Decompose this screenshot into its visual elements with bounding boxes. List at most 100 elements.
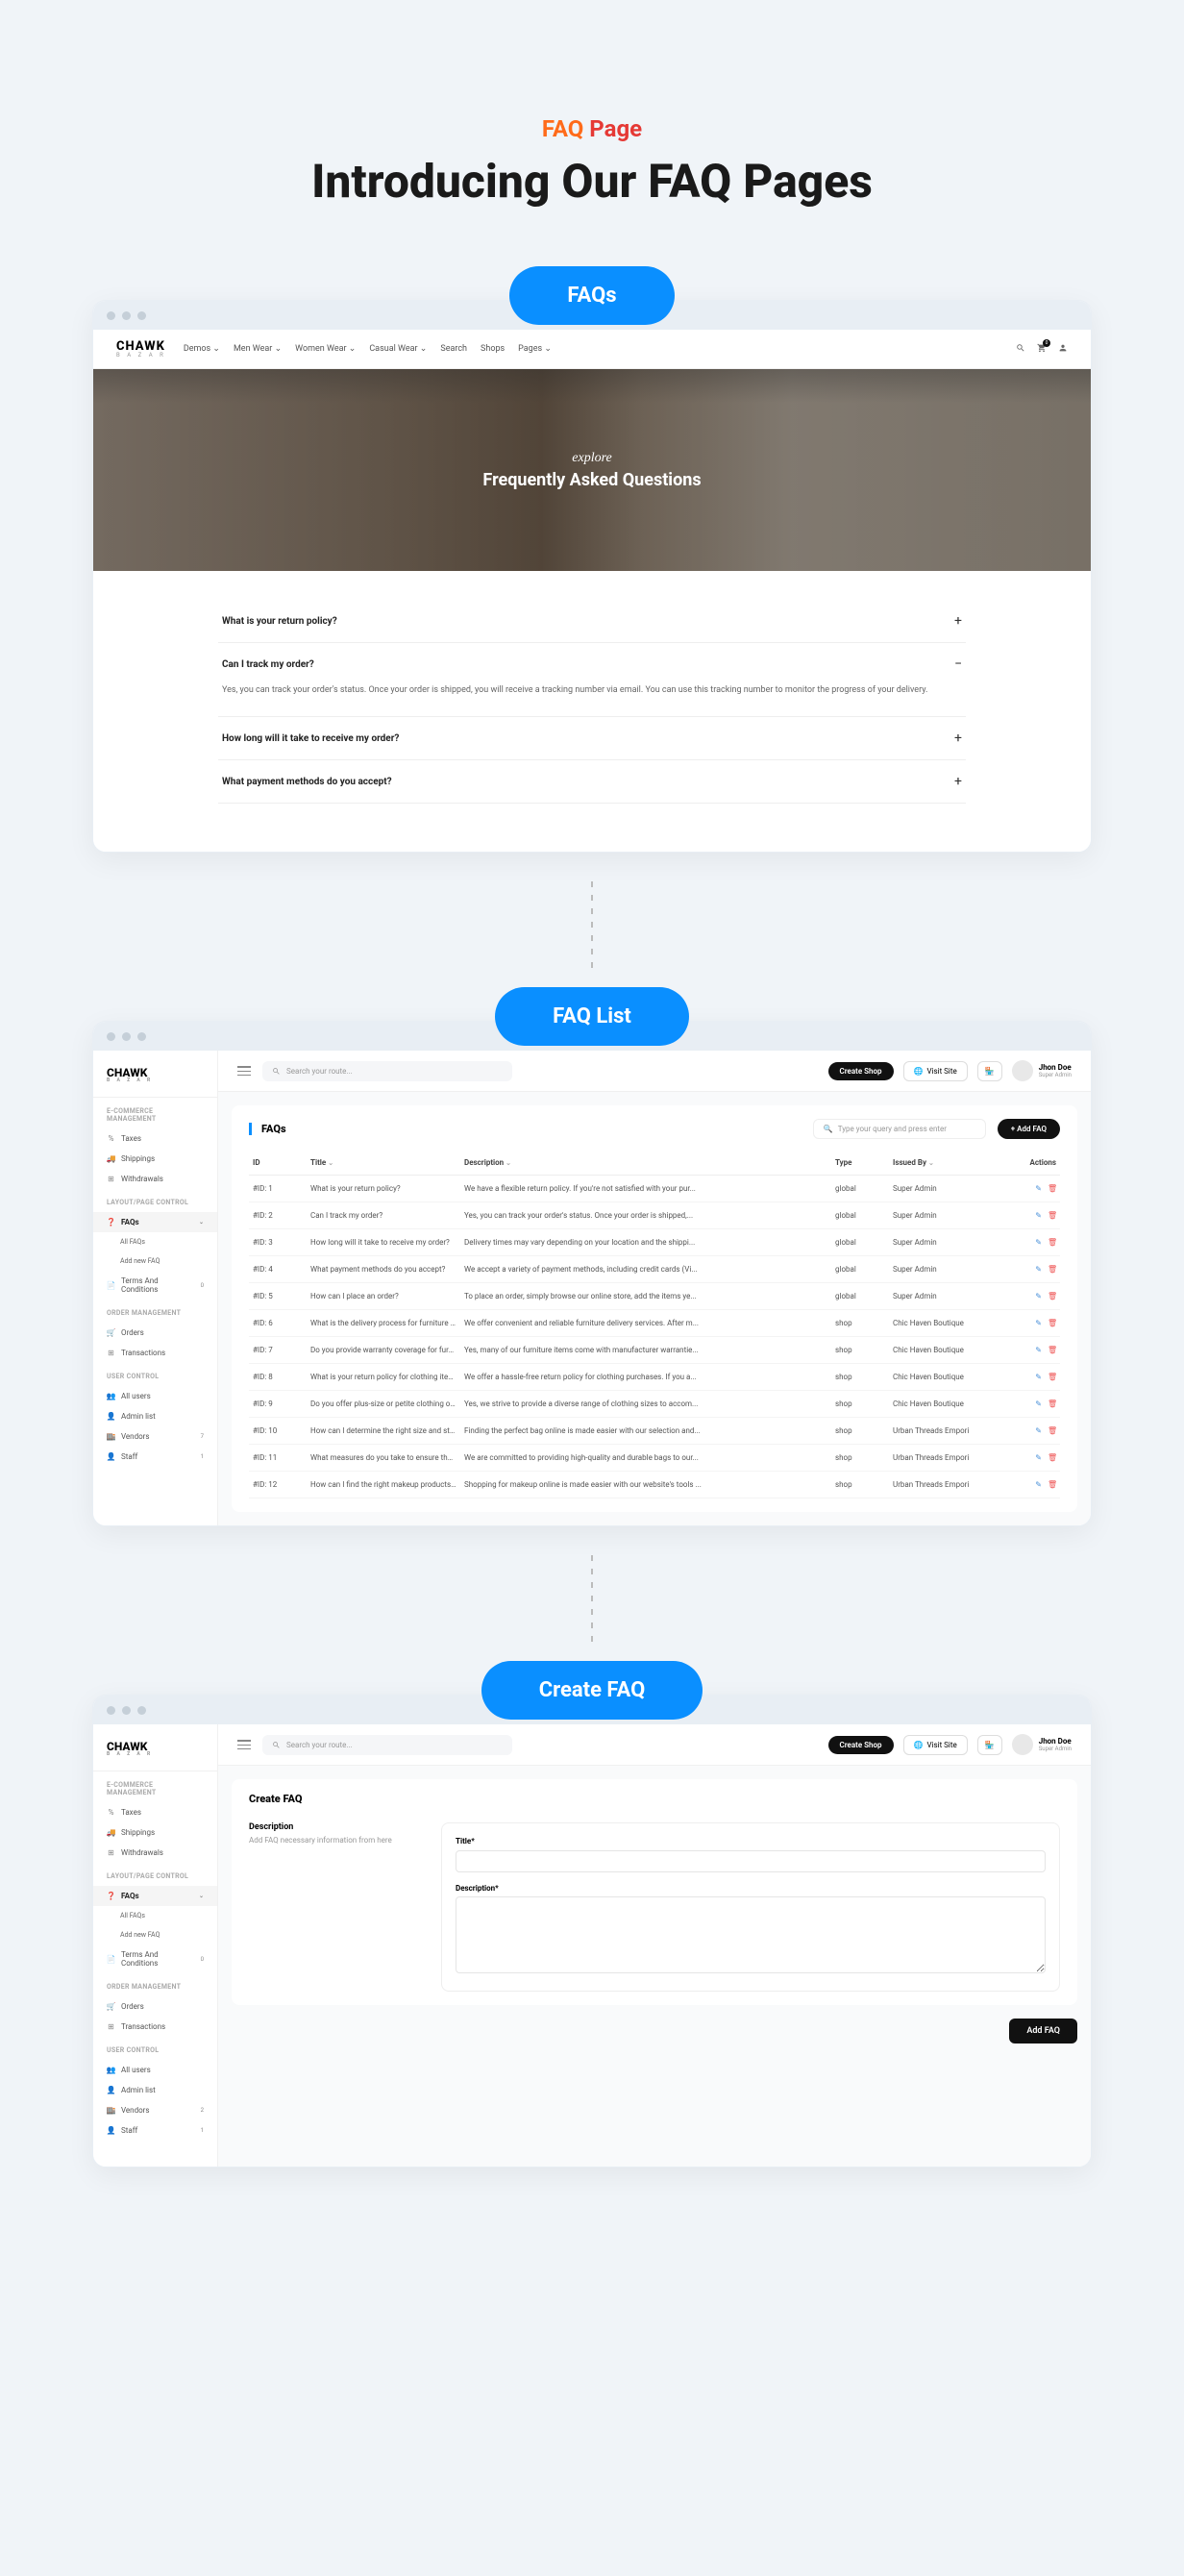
delete-icon[interactable]: 🗑 bbox=[1048, 1265, 1056, 1274]
visit-site-button[interactable]: 🌐Visit Site bbox=[903, 1735, 968, 1755]
sort-icon[interactable]: ⌄ bbox=[506, 1159, 511, 1167]
nav-link[interactable]: Pages ⌄ bbox=[518, 344, 552, 354]
nav-link[interactable]: Casual Wear ⌄ bbox=[369, 344, 427, 354]
sidebar-item-label: Transactions bbox=[121, 2022, 165, 2031]
delete-icon[interactable]: 🗑 bbox=[1048, 1346, 1056, 1354]
edit-icon[interactable]: ✎ bbox=[1033, 1238, 1042, 1247]
edit-icon[interactable]: ✎ bbox=[1033, 1211, 1042, 1220]
sidebar-item[interactable]: 🛒Orders bbox=[93, 1996, 217, 2017]
sidebar-item[interactable]: ❓FAQs⌄ bbox=[93, 1212, 217, 1232]
sidebar-item[interactable]: 👤Staff1 bbox=[93, 1447, 217, 1467]
edit-icon[interactable]: ✎ bbox=[1033, 1480, 1042, 1489]
delete-icon[interactable]: 🗑 bbox=[1048, 1292, 1056, 1300]
faq-question: How long will it take to receive my orde… bbox=[222, 733, 399, 744]
faq-accordion-item[interactable]: What is your return policy?+ bbox=[218, 600, 966, 643]
delete-icon[interactable]: 🗑 bbox=[1048, 1399, 1056, 1408]
faq-search-input[interactable]: 🔍Type your query and press enter bbox=[813, 1119, 986, 1139]
sidebar-item[interactable]: 👤Admin list bbox=[93, 2080, 217, 2100]
description-textarea[interactable] bbox=[456, 1896, 1046, 1973]
cart-icon[interactable]: 0 bbox=[1037, 343, 1047, 356]
edit-icon[interactable]: ✎ bbox=[1033, 1453, 1042, 1462]
visit-site-button[interactable]: 🌐Visit Site bbox=[903, 1061, 968, 1081]
delete-icon[interactable]: 🗑 bbox=[1048, 1480, 1056, 1489]
hamburger-icon[interactable] bbox=[237, 1740, 251, 1749]
cell-desc: To place an order, simply browse our onl… bbox=[464, 1292, 835, 1300]
edit-icon[interactable]: ✎ bbox=[1033, 1319, 1042, 1327]
delete-icon[interactable]: 🗑 bbox=[1048, 1184, 1056, 1193]
sidebar-item-label: Vendors bbox=[121, 1432, 150, 1441]
sidebar-item[interactable]: %Taxes bbox=[93, 1128, 217, 1149]
user-menu[interactable]: Jhon DoeSuper Admin bbox=[1012, 1734, 1072, 1755]
sidebar-section: LAYOUT/PAGE CONTROL bbox=[93, 1863, 217, 1886]
hamburger-icon[interactable] bbox=[237, 1066, 251, 1076]
sidebar-item[interactable]: ⊞Withdrawals bbox=[93, 1169, 217, 1189]
sidebar-item[interactable]: 🚚Shippings bbox=[93, 1149, 217, 1169]
sidebar-item[interactable]: 👥All users bbox=[93, 1386, 217, 1406]
sort-icon[interactable]: ⌄ bbox=[928, 1159, 934, 1167]
user-menu[interactable]: Jhon DoeSuper Admin bbox=[1012, 1060, 1072, 1081]
staff-icon: 👤 bbox=[107, 2126, 115, 2135]
faq-accordion-item[interactable]: How long will it take to receive my orde… bbox=[218, 717, 966, 760]
route-search-input[interactable]: Search your route... bbox=[262, 1061, 512, 1081]
search-icon[interactable] bbox=[1016, 343, 1025, 356]
user-icon[interactable] bbox=[1058, 343, 1068, 356]
create-shop-button[interactable]: Create Shop bbox=[828, 1736, 894, 1754]
cell-desc: We offer convenient and reliable furnitu… bbox=[464, 1319, 835, 1327]
sidebar-item[interactable]: ⊞Transactions bbox=[93, 1343, 217, 1363]
nav-link[interactable]: Search bbox=[440, 344, 467, 354]
store-icon-button[interactable]: 🏪 bbox=[977, 1061, 1002, 1081]
sidebar-item[interactable]: 👥All users bbox=[93, 2060, 217, 2080]
edit-icon[interactable]: ✎ bbox=[1033, 1346, 1042, 1354]
create-shop-button[interactable]: Create Shop bbox=[828, 1062, 894, 1080]
delete-icon[interactable]: 🗑 bbox=[1048, 1211, 1056, 1220]
nav-link[interactable]: Men Wear ⌄ bbox=[234, 344, 282, 354]
cell-desc: Yes, we strive to provide a diverse rang… bbox=[464, 1399, 835, 1408]
logo: CHAWKB A Z A R bbox=[93, 1060, 217, 1098]
sidebar-item[interactable]: 📄Terms And Conditions0 bbox=[93, 1271, 217, 1300]
sidebar-item[interactable]: 🏬Vendors2 bbox=[93, 2100, 217, 2120]
description-label: Description* bbox=[456, 1884, 1046, 1893]
edit-icon[interactable]: ✎ bbox=[1033, 1292, 1042, 1300]
submit-add-faq-button[interactable]: Add FAQ bbox=[1009, 2019, 1077, 2043]
nav-link[interactable]: Demos ⌄ bbox=[184, 344, 220, 354]
delete-icon[interactable]: 🗑 bbox=[1048, 1426, 1056, 1435]
edit-icon[interactable]: ✎ bbox=[1033, 1265, 1042, 1274]
store-icon-button[interactable]: 🏪 bbox=[977, 1735, 1002, 1755]
sidebar-item[interactable]: 📄Terms And Conditions0 bbox=[93, 1944, 217, 1973]
edit-icon[interactable]: ✎ bbox=[1033, 1426, 1042, 1435]
sidebar-item[interactable]: ⊞Withdrawals bbox=[93, 1843, 217, 1863]
delete-icon[interactable]: 🗑 bbox=[1048, 1319, 1056, 1327]
faq-accordion-item[interactable]: Can I track my order?−Yes, you can track… bbox=[218, 643, 966, 717]
admin-icon: 👤 bbox=[107, 1412, 115, 1421]
table-row: #ID: 12 How can I find the right makeup … bbox=[249, 1472, 1060, 1499]
sidebar-item[interactable]: 🚚Shippings bbox=[93, 1822, 217, 1843]
route-search-input[interactable]: Search your route... bbox=[262, 1735, 512, 1755]
sidebar-item-add-faq[interactable]: Add new FAQ bbox=[93, 1251, 217, 1271]
sidebar-section: LAYOUT/PAGE CONTROL bbox=[93, 1189, 217, 1212]
delete-icon[interactable]: 🗑 bbox=[1048, 1453, 1056, 1462]
table-row: #ID: 2 Can I track my order? Yes, you ca… bbox=[249, 1202, 1060, 1229]
sidebar-item[interactable]: ⊞Transactions bbox=[93, 2017, 217, 2037]
sidebar-item[interactable]: ❓FAQs⌄ bbox=[93, 1886, 217, 1906]
nav-link[interactable]: Shops bbox=[481, 344, 505, 354]
edit-icon[interactable]: ✎ bbox=[1033, 1373, 1042, 1381]
sidebar-item-all-faqs[interactable]: All FAQs bbox=[93, 1232, 217, 1251]
sort-icon[interactable]: ⌄ bbox=[328, 1159, 333, 1167]
add-faq-button[interactable]: + Add FAQ bbox=[998, 1119, 1060, 1139]
nav-link[interactable]: Women Wear ⌄ bbox=[295, 344, 356, 354]
title-input[interactable] bbox=[456, 1850, 1046, 1872]
cell-desc: Yes, many of our furniture items come wi… bbox=[464, 1346, 835, 1354]
sidebar-item[interactable]: 🛒Orders bbox=[93, 1323, 217, 1343]
edit-icon[interactable]: ✎ bbox=[1033, 1399, 1042, 1408]
sidebar-item-add-faq[interactable]: Add new FAQ bbox=[93, 1925, 217, 1944]
sidebar-item[interactable]: 👤Admin list bbox=[93, 1406, 217, 1426]
edit-icon[interactable]: ✎ bbox=[1033, 1184, 1042, 1193]
sidebar-item-all-faqs[interactable]: All FAQs bbox=[93, 1906, 217, 1925]
sidebar-item-label: Orders bbox=[121, 2002, 144, 2011]
faq-accordion-item[interactable]: What payment methods do you accept?+ bbox=[218, 760, 966, 804]
delete-icon[interactable]: 🗑 bbox=[1048, 1373, 1056, 1381]
sidebar-item[interactable]: 🏬Vendors7 bbox=[93, 1426, 217, 1447]
sidebar-item[interactable]: 👤Staff1 bbox=[93, 2120, 217, 2141]
delete-icon[interactable]: 🗑 bbox=[1048, 1238, 1056, 1247]
sidebar-item[interactable]: %Taxes bbox=[93, 1802, 217, 1822]
